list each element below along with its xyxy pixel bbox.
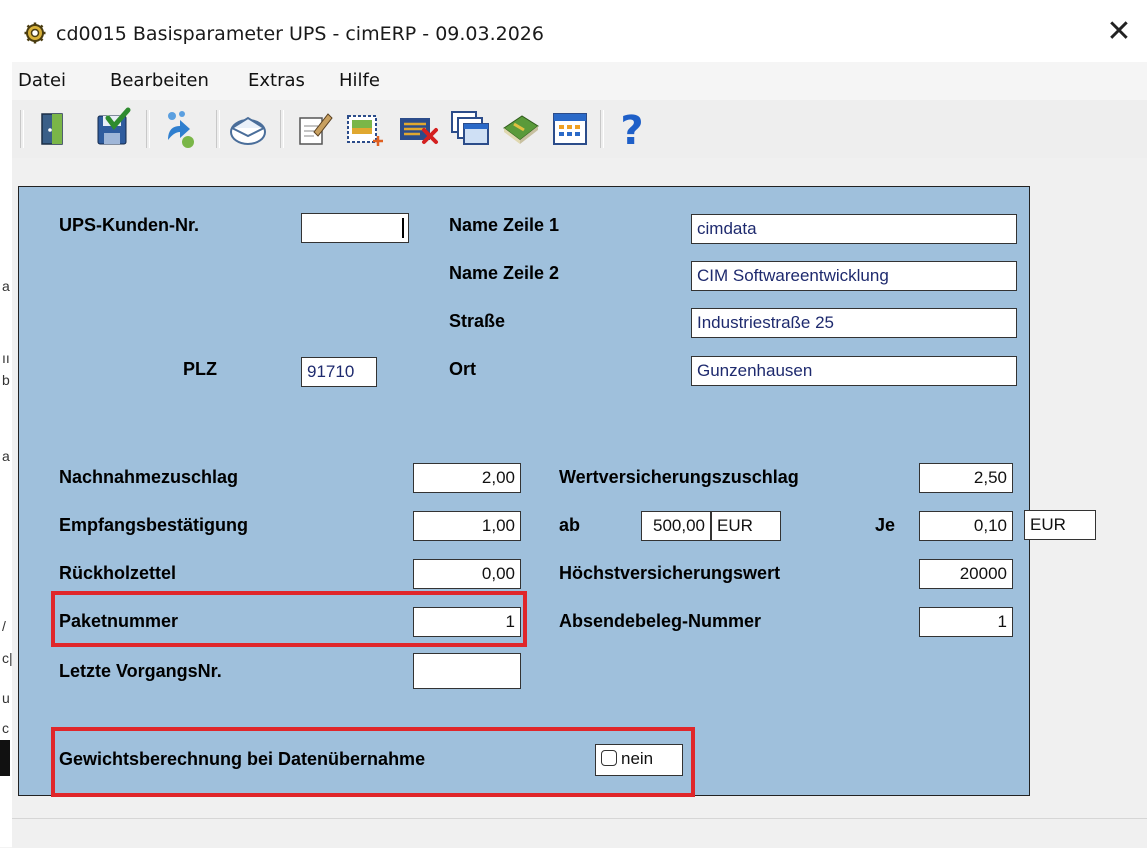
- form-panel: UPS-Kunden-Nr. Name Zeile 1 cimdata Name…: [18, 186, 1030, 797]
- gear-icon: [24, 22, 46, 44]
- toolbar-separator: [20, 110, 24, 148]
- highlight-gewicht: [51, 727, 695, 797]
- book-icon[interactable]: [498, 106, 542, 150]
- je-label: Je: [875, 515, 896, 535]
- ort-label: Ort: [449, 359, 476, 379]
- absende-field[interactable]: 1: [919, 607, 1013, 637]
- ab-field[interactable]: 500,00: [641, 511, 711, 541]
- toolbar-separator: [280, 110, 284, 148]
- toolbar-separator: [216, 110, 220, 148]
- delete-record-icon[interactable]: [396, 106, 440, 150]
- name1-field[interactable]: cimdata: [691, 214, 1017, 244]
- menu-bar: Datei Bearbeiten Extras Hilfe: [12, 62, 1147, 100]
- vorgang-field[interactable]: [413, 653, 521, 689]
- ort-field[interactable]: Gunzenhausen: [691, 356, 1017, 386]
- status-bar: [12, 818, 1147, 848]
- vorgang-label: Letzte VorgangsNr.: [59, 661, 222, 681]
- hoechst-field[interactable]: 20000: [919, 559, 1013, 589]
- app-window: cd0015 Basisparameter UPS - cimERP - 09.…: [12, 0, 1147, 848]
- plz-label: PLZ: [183, 359, 217, 379]
- ab-currency: EUR: [711, 511, 781, 541]
- close-button[interactable]: ✕: [1099, 12, 1139, 52]
- nachnahme-field[interactable]: 2,00: [413, 463, 521, 493]
- wertvers-field[interactable]: 2,50: [919, 463, 1013, 493]
- empfang-label: Empfangsbestätigung: [59, 515, 249, 535]
- highlight-paketnummer: [51, 591, 527, 647]
- calendar-icon[interactable]: [548, 106, 592, 150]
- menu-bearbeiten[interactable]: Bearbeiten: [110, 70, 209, 91]
- strasse-label: Straße: [449, 311, 506, 331]
- menu-hilfe[interactable]: Hilfe: [339, 70, 380, 91]
- text-cursor: [402, 218, 404, 238]
- rueckhol-label: Rückholzettel: [59, 563, 177, 583]
- save-icon[interactable]: [90, 106, 134, 150]
- toolbar: ?: [12, 100, 1147, 159]
- menu-datei[interactable]: Datei: [18, 70, 66, 91]
- wertvers-label: Wertversicherungszuschlag: [559, 467, 799, 487]
- exit-door-icon[interactable]: [30, 106, 74, 150]
- ab-label: ab: [559, 515, 581, 535]
- edit-icon[interactable]: [292, 106, 336, 150]
- empfang-field[interactable]: 1,00: [413, 511, 521, 541]
- rueckhol-field[interactable]: 0,00: [413, 559, 521, 589]
- plz-field[interactable]: 91710: [301, 357, 377, 387]
- name2-field[interactable]: CIM Softwareentwicklung: [691, 261, 1017, 291]
- new-record-icon[interactable]: [342, 106, 386, 150]
- windows-icon[interactable]: [448, 106, 492, 150]
- svg-text:?: ?: [620, 108, 643, 150]
- kunden-nr-label: UPS-Kunden-Nr.: [59, 215, 200, 235]
- background-window-strip: a ıı b a / c| u c: [0, 0, 13, 847]
- refresh-icon[interactable]: [158, 106, 202, 150]
- absende-label: Absendebeleg-Nummer: [559, 611, 762, 631]
- name2-label: Name Zeile 2: [449, 263, 560, 283]
- hoechst-label: Höchstversicherungswert: [559, 563, 781, 583]
- strasse-field[interactable]: Industriestraße 25: [691, 308, 1017, 338]
- menu-extras[interactable]: Extras: [248, 70, 305, 91]
- help-icon[interactable]: ?: [610, 106, 654, 150]
- je-field[interactable]: 0,10: [919, 511, 1013, 541]
- mail-icon[interactable]: [226, 106, 270, 150]
- toolbar-separator: [600, 110, 604, 148]
- name1-label: Name Zeile 1: [449, 215, 560, 235]
- title-bar: cd0015 Basisparameter UPS - cimERP - 09.…: [12, 0, 1147, 62]
- nachnahme-label: Nachnahmezuschlag: [59, 467, 239, 487]
- kunden-nr-field[interactable]: [301, 213, 409, 243]
- toolbar-separator: [146, 110, 150, 148]
- content-area: UPS-Kunden-Nr. Name Zeile 1 cimdata Name…: [12, 158, 1147, 818]
- je-currency: EUR: [1024, 510, 1096, 540]
- window-title: cd0015 Basisparameter UPS - cimERP - 09.…: [56, 23, 544, 45]
